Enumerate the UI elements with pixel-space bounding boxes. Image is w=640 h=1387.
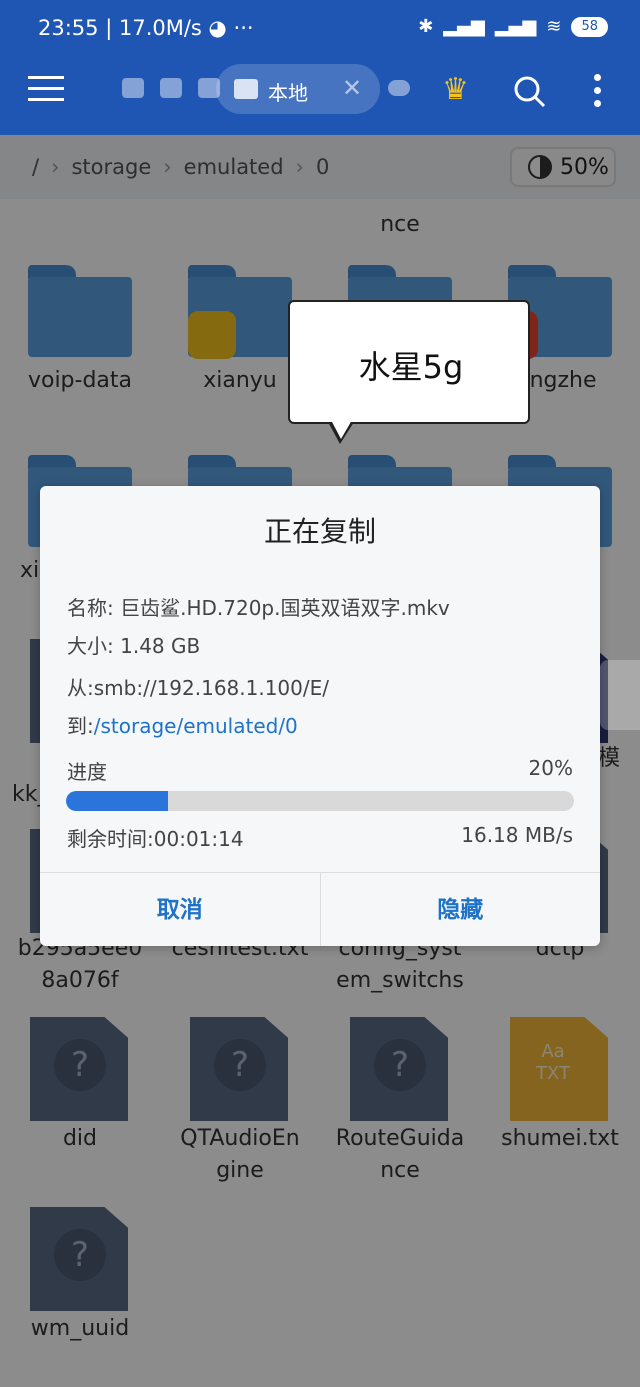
shortcut-icons bbox=[122, 78, 220, 98]
progress-percent: 20% bbox=[528, 756, 573, 780]
remaining-label: 剩余时间: bbox=[67, 827, 154, 851]
crown-icon[interactable]: ♛ bbox=[442, 72, 469, 107]
location-chip-label: 本地 bbox=[268, 81, 308, 105]
location-chip[interactable]: 本地 ✕ bbox=[216, 64, 380, 114]
cloud-sync-icon[interactable] bbox=[388, 80, 410, 96]
speech-bubble-tail bbox=[328, 420, 354, 444]
signal-icon-2: ▂▄▆ bbox=[494, 16, 537, 37]
from-label: 从: bbox=[67, 676, 94, 700]
name-label: 名称: bbox=[67, 596, 121, 620]
dialog-buttons: 取消 隐藏 bbox=[40, 872, 600, 946]
from-value: smb://192.168.1.100/E/ bbox=[93, 676, 329, 700]
search-icon[interactable] bbox=[512, 74, 546, 108]
progress-bar-fill bbox=[66, 791, 168, 811]
destination-link[interactable]: /storage/emulated/0 bbox=[94, 714, 298, 738]
status-time: 23:55 | 17.0M/s ◕ ··· bbox=[38, 16, 254, 40]
more-options-icon[interactable] bbox=[594, 74, 604, 113]
transfer-speed: 16.18 MB/s bbox=[461, 823, 573, 847]
menu-icon[interactable] bbox=[28, 76, 64, 106]
status-icons: ✱ ▂▄▆ ▂▄▆ ≋ 58 bbox=[418, 16, 608, 37]
hide-button[interactable]: 隐藏 bbox=[319, 873, 601, 946]
remaining-time: 剩余时间:00:01:14 bbox=[67, 823, 244, 852]
side-drawer-handle[interactable] bbox=[600, 660, 640, 730]
remaining-value: 00:01:14 bbox=[153, 827, 244, 851]
file-name-row: 名称: 巨齿鲨.HD.720p.国英双语双字.mkv bbox=[67, 592, 450, 621]
cancel-button[interactable]: 取消 bbox=[40, 873, 320, 946]
progress-label: 进度 bbox=[67, 760, 107, 784]
file-size-row: 大小: 1.48 GB bbox=[67, 630, 200, 659]
home-icon[interactable] bbox=[122, 78, 144, 98]
bluetooth-icon: ✱ bbox=[418, 16, 434, 37]
source-row: 从:smb://192.168.1.100/E/ bbox=[67, 672, 329, 701]
dialog-title: 正在复制 bbox=[263, 515, 376, 548]
progress-bar bbox=[66, 791, 574, 811]
close-icon[interactable]: ✕ bbox=[342, 74, 362, 102]
copy-progress-dialog: 正在复制 名称: 巨齿鲨.HD.720p.国英双语双字.mkv 大小: 1.48… bbox=[40, 486, 600, 946]
signal-icon: ▂▄▆ bbox=[443, 16, 485, 37]
wifi-icon: ≋ bbox=[546, 16, 562, 37]
app-toolbar: 本地 ✕ ♛ bbox=[0, 60, 640, 135]
cloud-icon[interactable] bbox=[160, 78, 182, 98]
battery-icon: 58 bbox=[571, 16, 608, 37]
size-label: 大小: bbox=[67, 634, 121, 658]
name-value: 巨齿鲨.HD.720p.国英双语双字.mkv bbox=[120, 596, 450, 620]
size-value: 1.48 GB bbox=[120, 634, 201, 658]
to-label: 到: bbox=[67, 714, 94, 738]
destination-row: 到:/storage/emulated/0 bbox=[67, 710, 298, 739]
speech-bubble-text: 水星5g bbox=[358, 348, 464, 386]
storage-icon bbox=[234, 79, 258, 99]
status-bar: 23:55 | 17.0M/s ◕ ··· ✱ ▂▄▆ ▂▄▆ ≋ 58 bbox=[0, 0, 640, 60]
speech-bubble: 水星5g bbox=[288, 300, 530, 444]
